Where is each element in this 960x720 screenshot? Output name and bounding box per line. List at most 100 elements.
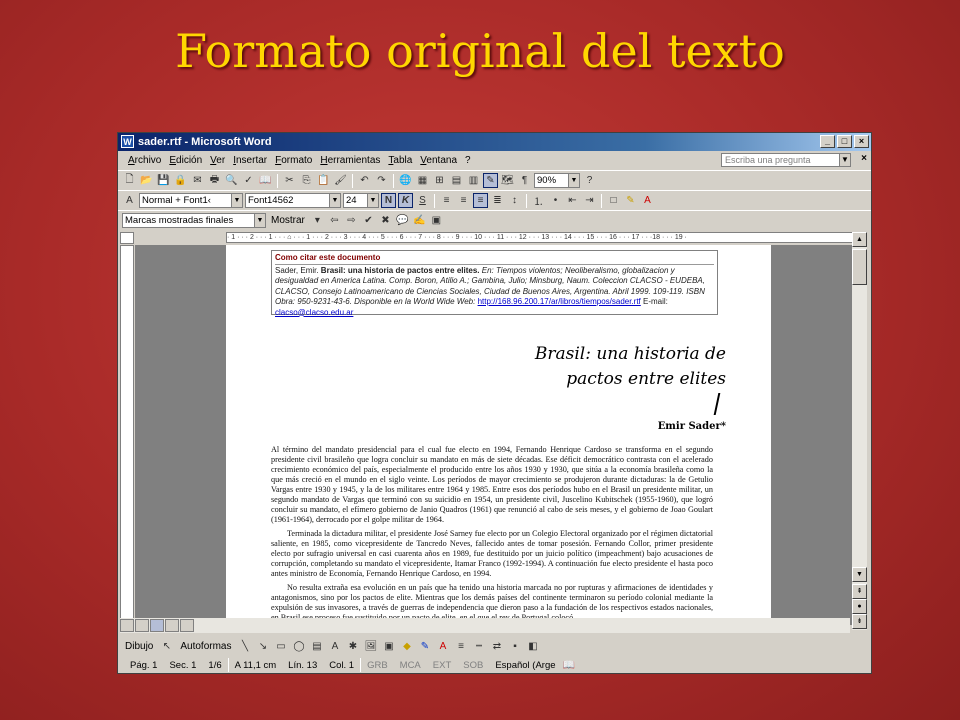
tables-borders-icon[interactable]: ▦ [415,173,430,188]
browse-object-icon[interactable]: ● [852,599,867,614]
hyperlink-icon[interactable]: 🌐 [398,173,413,188]
new-doc-icon[interactable]: 🗋 [122,173,137,188]
underline-button[interactable]: S [415,193,430,208]
citation-url-link[interactable]: http://168.96.200.17/ar/libros/tiempos/s… [478,297,641,306]
clipart-icon[interactable]: 🖼 [364,639,379,654]
increase-indent-icon[interactable]: ⇥ [582,193,597,208]
bullets-icon[interactable]: • [548,193,563,208]
line-color-icon[interactable]: ✎ [418,639,433,654]
open-icon[interactable]: 📂 [139,173,154,188]
markup-select[interactable]: Marcas mostradas finales ▼ [122,213,266,228]
spelling-status-icon[interactable]: 📖 [562,658,577,673]
document-page[interactable]: Como citar este documento Sader, Emir. B… [226,245,771,625]
show-dropdown-icon[interactable]: ▾ [310,213,325,228]
dash-style-icon[interactable]: ┅ [472,639,487,654]
doc-close-icon[interactable]: × [861,153,867,164]
font-select[interactable]: Font14562 ▼ [245,193,341,208]
ask-question-input[interactable]: Escriba una pregunta [721,153,851,167]
status-language[interactable]: Español (Arge [489,660,561,671]
save-icon[interactable]: 💾 [156,173,171,188]
italic-button[interactable]: K [398,193,413,208]
spelling-icon[interactable]: ✓ [241,173,256,188]
line-icon[interactable]: ╲ [238,639,253,654]
border-icon[interactable]: □ [606,193,621,208]
window-titlebar[interactable]: W sader.rtf - Microsoft Word _ □ × [118,133,871,151]
show-markup-menu[interactable]: Mostrar [268,215,308,226]
normal-view-icon[interactable] [120,619,134,632]
wordart-icon[interactable]: A [328,639,343,654]
align-left-icon[interactable]: ≡ [439,193,454,208]
reject-change-icon[interactable]: ✖ [378,213,393,228]
menu-formato[interactable]: Formato [271,155,316,166]
tab-selector[interactable] [120,232,134,244]
copy-icon[interactable]: ⎘ [299,173,314,188]
help-icon[interactable]: ? [582,173,597,188]
menu-herramientas[interactable]: Herramientas [316,155,384,166]
justify-icon[interactable]: ≣ [490,193,505,208]
track-changes-icon[interactable]: ✍ [412,213,427,228]
horizontal-ruler[interactable]: · 1 · · · 2 · · · 1 · · · ⌂ · · · 1 · · … [226,232,859,243]
reading-view-icon[interactable] [180,619,194,632]
styles-pane-icon[interactable]: A [122,193,137,208]
web-view-icon[interactable] [135,619,149,632]
maximize-button[interactable]: □ [837,135,852,148]
horizontal-scrollbar[interactable] [120,618,850,633]
close-button[interactable]: × [854,135,869,148]
undo-icon[interactable]: ↶ [357,173,372,188]
outline-view-icon[interactable] [165,619,179,632]
menu-ventana[interactable]: Ventana [416,155,461,166]
columns-icon[interactable]: ▥ [466,173,481,188]
picture-icon[interactable]: ▣ [382,639,397,654]
align-right-icon[interactable]: ≡ [473,193,488,208]
print-view-icon[interactable] [150,619,164,632]
shadow-icon[interactable]: ▪ [508,639,523,654]
citation-email-link[interactable]: clacso@clacso.edu.ar [275,308,353,317]
status-ext[interactable]: EXT [427,660,457,671]
excel-icon[interactable]: ▤ [449,173,464,188]
menu-tabla[interactable]: Tabla [384,155,416,166]
drawing-icon[interactable]: ✎ [483,173,498,188]
document-map-icon[interactable]: 🗺 [500,173,515,188]
scroll-thumb[interactable] [852,249,867,285]
font-size-select[interactable]: 24 ▼ [343,193,379,208]
highlight-icon[interactable]: ✎ [623,193,638,208]
vertical-scrollbar[interactable]: ▲ ▼ ⇞ ● ⇟ [852,232,867,630]
select-objects-icon[interactable]: ↖ [159,639,174,654]
style-select[interactable]: Normal + Font1‹ ▼ [139,193,243,208]
textbox-icon[interactable]: ▤ [310,639,325,654]
cut-icon[interactable]: ✂ [282,173,297,188]
status-grb[interactable]: GRB [361,660,394,671]
show-hide-icon[interactable]: ¶ [517,173,532,188]
status-mca[interactable]: MCA [394,660,427,671]
scroll-down-icon[interactable]: ▼ [852,567,867,582]
permission-icon[interactable]: 🔒 [173,173,188,188]
paste-icon[interactable]: 📋 [316,173,331,188]
previous-page-icon[interactable]: ⇞ [852,584,867,599]
status-sob[interactable]: SOB [457,660,489,671]
next-change-icon[interactable]: ⇨ [344,213,359,228]
align-center-icon[interactable]: ≡ [456,193,471,208]
minimize-button[interactable]: _ [820,135,835,148]
research-icon[interactable]: 📖 [258,173,273,188]
font-color-draw-icon[interactable]: A [436,639,451,654]
dibujo-menu[interactable]: Dibujo [122,641,156,652]
previous-change-icon[interactable]: ⇦ [327,213,342,228]
line-spacing-icon[interactable]: ↕ [507,193,522,208]
insert-table-icon[interactable]: ⊞ [432,173,447,188]
decrease-indent-icon[interactable]: ⇤ [565,193,580,208]
menu-help[interactable]: ? [461,155,475,166]
email-icon[interactable]: ✉ [190,173,205,188]
oval-icon[interactable]: ◯ [292,639,307,654]
reviewing-pane-icon[interactable]: ▣ [429,213,444,228]
line-style-icon[interactable]: ≡ [454,639,469,654]
numbering-icon[interactable]: ⒈ [531,193,546,208]
fill-color-icon[interactable]: ◆ [400,639,415,654]
menu-ver[interactable]: Ver [206,155,229,166]
font-color-icon[interactable]: A [640,193,655,208]
preview-icon[interactable]: 🔍 [224,173,239,188]
print-icon[interactable]: 🖶 [207,173,222,188]
word-app-icon[interactable]: W [121,135,134,148]
menu-insertar[interactable]: Insertar [229,155,271,166]
arrow-style-icon[interactable]: ⇄ [490,639,505,654]
next-page-icon[interactable]: ⇟ [852,614,867,629]
